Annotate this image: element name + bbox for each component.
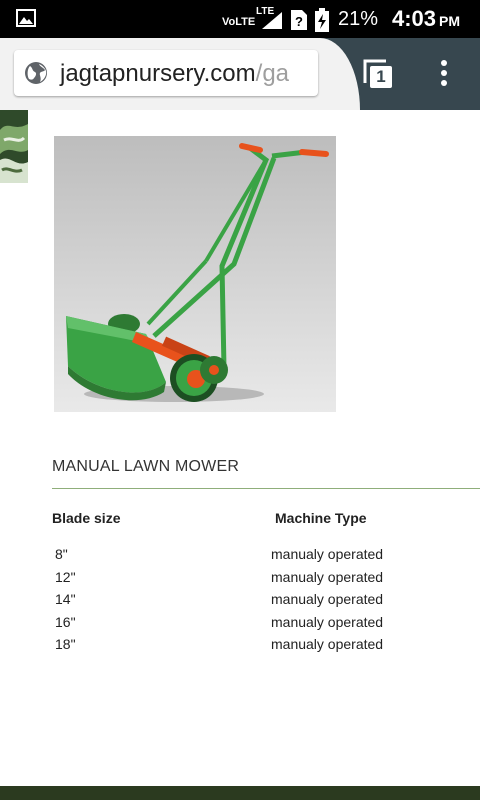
page-footer-bar [0,786,480,800]
volte-label: VoLTE [222,16,256,28]
blade-size-cell: 16" [55,613,76,630]
url-text[interactable]: jagtapnursery.com/ga [60,60,289,88]
clock-suffix: PM [439,13,461,29]
header-machine-type: Machine Type [275,510,367,526]
gallery-notification-icon [16,9,36,27]
table-row: 16" manualy operated [52,614,472,637]
overflow-menu-icon [441,60,447,86]
clock-time: 4:03 [392,6,437,31]
globe-icon [25,62,47,84]
machine-type-cell: manualy operated [271,636,384,652]
blade-size-cell: 14" [55,591,76,607]
battery-icon [315,8,329,32]
lawn-mower-image [54,136,336,412]
spec-table-header: Blade size Machine Type [52,510,472,546]
side-thumbnail-image[interactable] [0,110,28,183]
blade-size-cell: 18" [55,636,76,652]
header-blade-size: Blade size [52,510,121,526]
address-bar[interactable]: jagtapnursery.com/ga [14,50,318,96]
status-bar: VoLTE LTE ? 21% 4:03 PM [0,0,480,38]
table-row: 8" manualy operated [52,546,472,569]
table-row: 18" manualy operated [52,636,472,659]
title-divider [52,488,480,489]
clock: 4:03 PM [392,6,460,32]
browser-toolbar: jagtapnursery.com/ga 1 [0,38,480,110]
machine-type-cell: manualy operated [271,591,384,607]
url-domain: jagtapnursery.com [60,60,256,87]
signal-icon [262,12,282,29]
no-sim-icon: ? [291,10,307,30]
overflow-menu-button[interactable] [432,58,456,90]
table-row: 14" manualy operated [52,591,472,614]
machine-type-cell: manualy operated [271,568,384,585]
blade-size-cell: 12" [55,568,76,585]
product-title: MANUAL LAWN MOWER [52,458,240,475]
spec-table: Blade size Machine Type 8" manualy opera… [52,510,472,659]
battery-percent: 21% [338,8,379,30]
svg-text:?: ? [295,14,303,29]
tabs-button[interactable]: 1 [362,58,394,90]
machine-type-cell: manualy operated [271,546,384,562]
tab-count: 1 [376,67,386,86]
table-row: 12" manualy operated [52,569,472,592]
url-path: /ga [255,60,290,87]
blade-size-cell: 8" [55,546,68,562]
machine-type-cell: manualy operated [271,613,384,630]
